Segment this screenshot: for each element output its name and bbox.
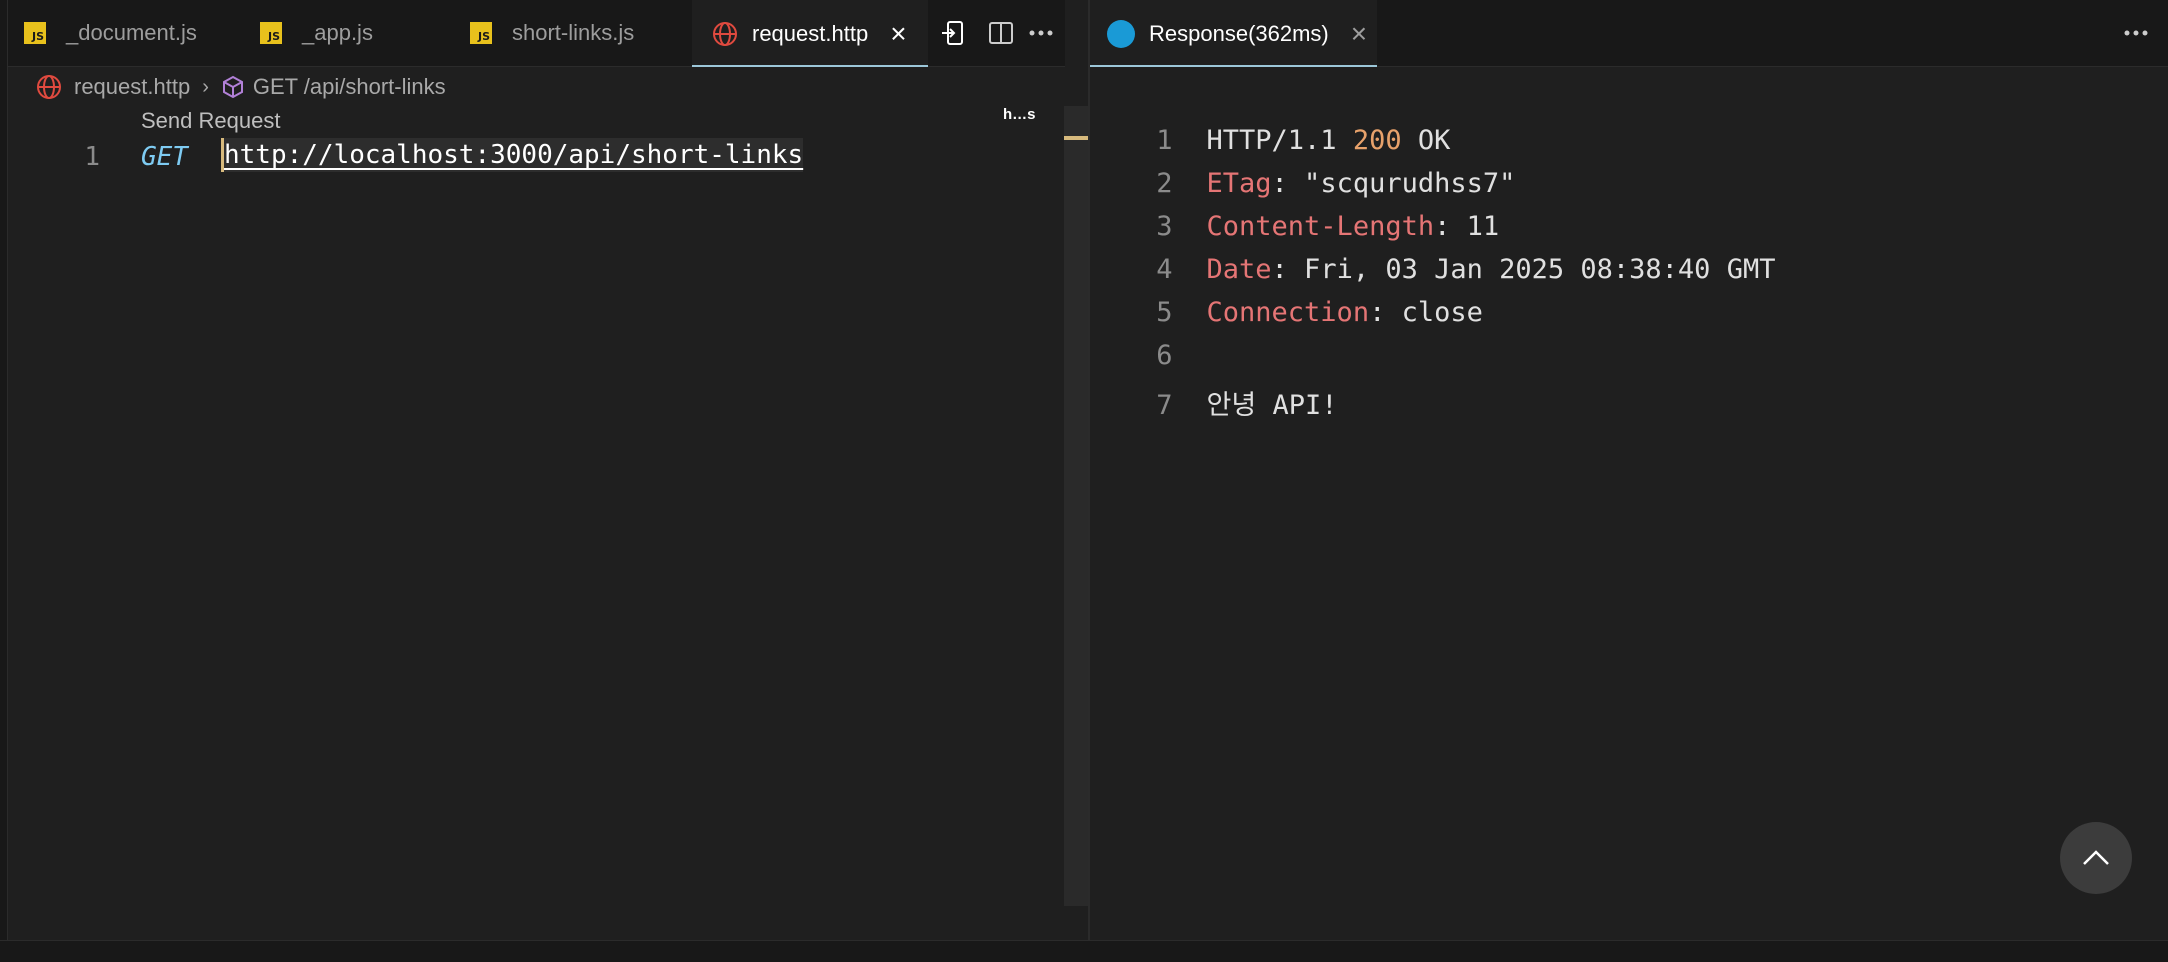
more-actions-icon[interactable] [1024, 16, 1058, 50]
header-value: : close [1369, 297, 1483, 328]
tab-short-links-js[interactable]: JS short-links.js [470, 0, 692, 66]
line-number: 1 [84, 142, 100, 172]
send-request-codelens[interactable]: Send Request [141, 108, 280, 134]
js-file-icon: JS [260, 22, 282, 44]
editor-tab-bar: JS _document.js JS _app.js JS short-link… [8, 0, 1065, 67]
tab-document-js[interactable]: JS _document.js [16, 0, 260, 66]
response-tab-bar: Response(362ms) × [1089, 0, 2168, 67]
response-line: 7 안녕 API! [1110, 352, 1337, 422]
breadcrumb-symbol[interactable]: GET /api/short-links [253, 74, 446, 100]
tab-label: _document.js [66, 20, 197, 45]
scroll-to-top-button[interactable] [2060, 822, 2132, 894]
js-file-icon: JS [470, 22, 492, 44]
close-icon[interactable]: × [1351, 20, 1367, 48]
bottom-panel-edge [0, 940, 2168, 962]
cursor-position-marker [1064, 136, 1088, 140]
editor-scrollbar[interactable] [1064, 106, 1088, 906]
tab-label: request.http [752, 21, 869, 46]
open-changes-icon[interactable] [936, 16, 970, 50]
header-name: Connection [1206, 297, 1370, 328]
tab-response[interactable]: Response(362ms) × [1089, 0, 1377, 67]
request-url[interactable]: http://localhost:3000/api/short-links [221, 138, 804, 172]
js-file-icon: JS [24, 22, 46, 44]
chevron-right-icon: › [202, 75, 209, 98]
globe-icon [712, 21, 738, 47]
tab-request-http[interactable]: request.http × [692, 0, 928, 67]
rest-client-icon [1107, 20, 1135, 48]
response-body: 안녕 API! [1206, 390, 1338, 421]
http-method: GET [141, 142, 188, 172]
tab-label: Response(362ms) [1149, 21, 1329, 46]
split-editor-icon[interactable] [984, 16, 1018, 50]
close-icon[interactable]: × [890, 20, 906, 48]
split-divider[interactable] [1088, 0, 1090, 940]
tab-app-js[interactable]: JS _app.js [260, 0, 470, 66]
line-number: 7 [1156, 390, 1173, 421]
chevron-up-icon [2081, 849, 2111, 867]
breadcrumb-file[interactable]: request.http [74, 74, 190, 100]
tab-label: _app.js [302, 20, 373, 45]
cube-icon [221, 75, 245, 99]
more-actions-icon[interactable] [2119, 16, 2153, 50]
minimap-label: h…s [1003, 106, 1036, 123]
tab-label: short-links.js [512, 20, 635, 45]
activity-edge [0, 0, 8, 961]
breadcrumb: request.http › GET /api/short-links [36, 70, 446, 104]
globe-icon [36, 74, 62, 100]
